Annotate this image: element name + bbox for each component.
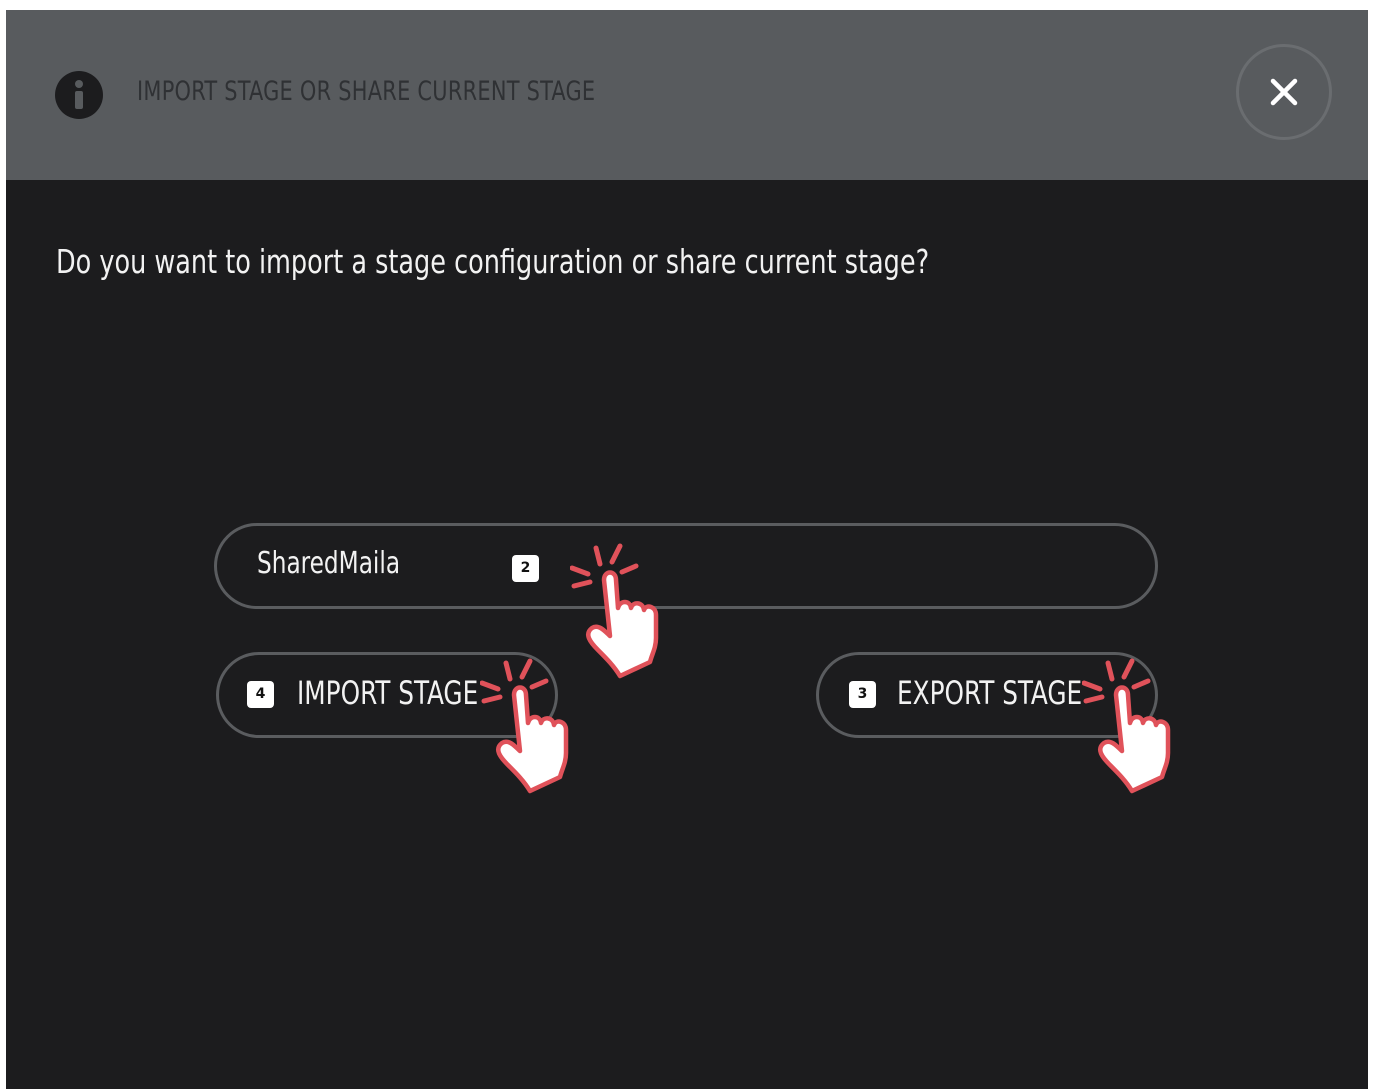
export-stage-label: EXPORT STAGE [897,674,1083,712]
dialog-header: IMPORT STAGE OR SHARE CURRENT STAGE [6,10,1368,180]
import-share-dialog: IMPORT STAGE OR SHARE CURRENT STAGE Do y… [6,10,1368,1089]
import-stage-label: IMPORT STAGE [297,674,479,712]
step-badge: 3 [849,681,876,708]
export-stage-button[interactable]: 3 EXPORT STAGE [816,652,1158,738]
import-stage-button[interactable]: 4 IMPORT STAGE [216,652,558,738]
close-icon [1270,78,1298,106]
step-badge: 4 [247,681,274,708]
stage-name-value: SharedMaila [257,546,401,581]
info-icon [55,71,103,119]
close-button[interactable] [1236,44,1332,140]
step-badge: 2 [512,555,539,582]
stage-name-input[interactable]: SharedMaila 2 [214,523,1158,609]
dialog-question: Do you want to import a stage configurat… [56,242,930,281]
dialog-title: IMPORT STAGE OR SHARE CURRENT STAGE [137,76,596,107]
